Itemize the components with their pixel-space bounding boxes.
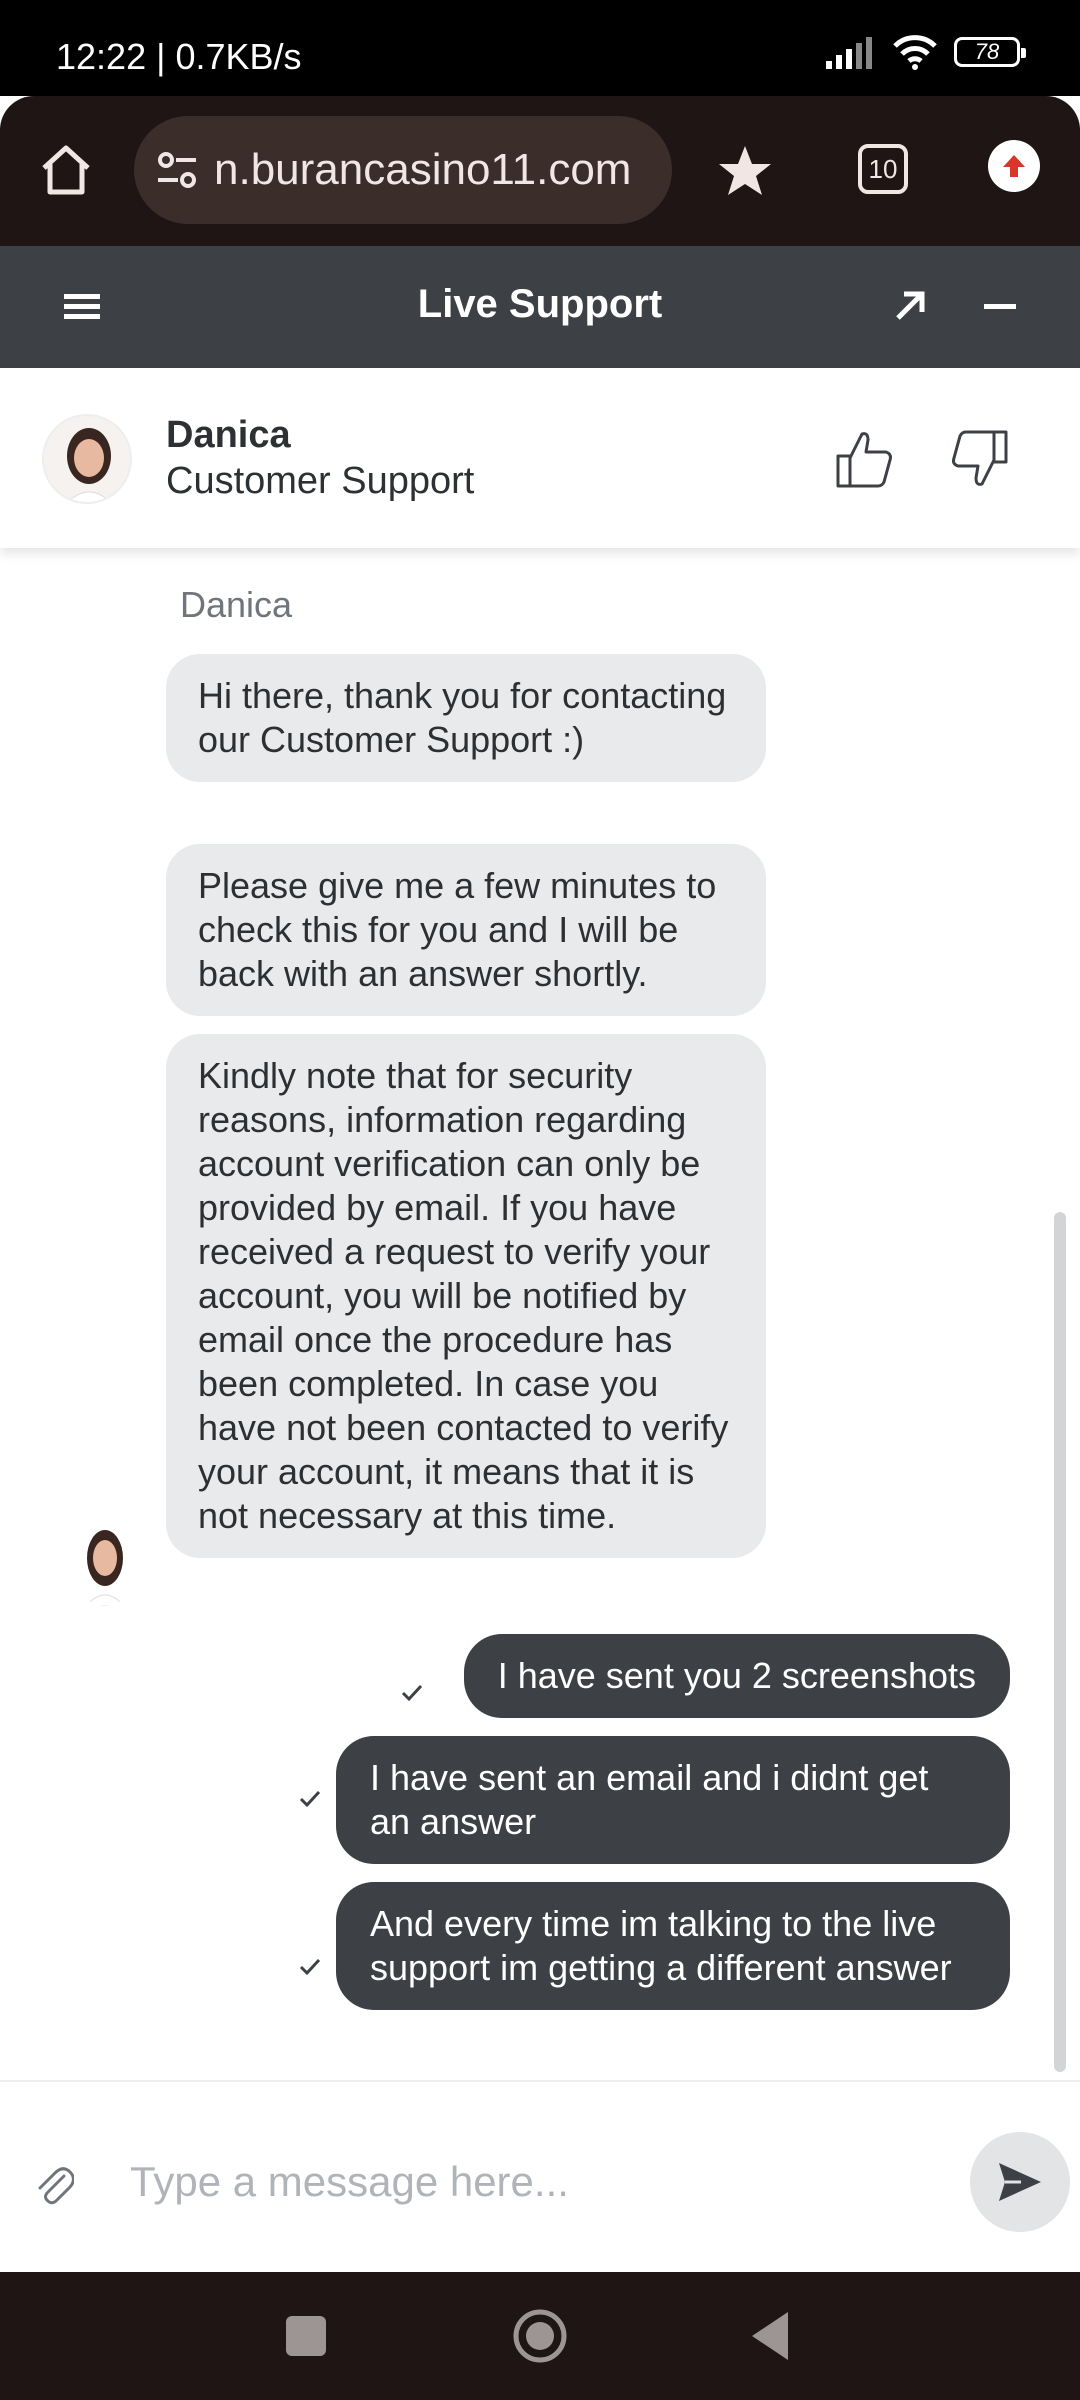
thumbs-down-icon[interactable] xyxy=(950,428,1010,490)
user-message: I have sent an email and i didnt get an … xyxy=(336,1736,1010,1864)
status-time: 12:22 | 0.7KB/s xyxy=(56,36,302,77)
agent-message: Hi there, thank you for contacting our C… xyxy=(166,654,766,782)
browser-toolbar: n.burancasino11.com 10 xyxy=(0,96,1080,246)
status-icons: 78 xyxy=(826,34,1026,70)
recent-apps-button[interactable] xyxy=(286,2316,326,2356)
nav-back-button[interactable] xyxy=(748,2308,792,2364)
battery-indicator: 78 xyxy=(954,37,1026,67)
star-icon[interactable] xyxy=(714,140,776,202)
agent-info-bar: Danica Customer Support xyxy=(0,368,1080,548)
message-input-bar xyxy=(0,2080,1080,2272)
user-message: I have sent you 2 screenshots xyxy=(463,1634,1010,1718)
agent-role: Customer Support xyxy=(166,460,475,502)
wifi-icon xyxy=(893,35,937,70)
address-bar[interactable]: n.burancasino11.com xyxy=(134,116,672,224)
agent-message: Kindly note that for security reasons, i… xyxy=(166,1034,766,1558)
message-list[interactable]: Danica Hi there, thank you for contactin… xyxy=(0,548,1080,2080)
home-icon[interactable] xyxy=(36,140,96,200)
minimize-icon[interactable] xyxy=(982,286,1018,326)
chat-header: Live Support xyxy=(0,246,1080,368)
sender-name: Danica xyxy=(180,584,293,625)
send-button[interactable] xyxy=(970,2132,1070,2232)
system-nav-bar xyxy=(0,2272,1080,2400)
update-icon[interactable] xyxy=(988,140,1040,192)
user-message: And every time im talking to the live su… xyxy=(336,1882,1010,2010)
site-settings-icon[interactable] xyxy=(154,147,200,193)
message-input[interactable] xyxy=(130,2140,950,2224)
scrollbar[interactable] xyxy=(1054,1212,1066,2072)
check-icon xyxy=(401,1684,423,1702)
tabs-button[interactable]: 10 xyxy=(858,144,908,194)
agent-message-avatar xyxy=(72,1520,138,1606)
send-icon xyxy=(999,2163,1041,2201)
popout-icon[interactable] xyxy=(890,286,930,326)
check-icon xyxy=(299,1958,321,1976)
agent-name: Danica xyxy=(166,414,291,456)
signal-icon xyxy=(826,37,872,69)
url-text: n.burancasino11.com xyxy=(214,145,632,194)
attach-icon[interactable] xyxy=(34,2160,74,2206)
agent-message: Please give me a few minutes to check th… xyxy=(166,844,766,1016)
thumbs-up-icon[interactable] xyxy=(834,428,894,490)
agent-avatar xyxy=(42,414,132,504)
check-icon xyxy=(299,1790,321,1808)
status-bar: 12:22 | 0.7KB/s 78 xyxy=(0,0,1080,96)
nav-home-button[interactable] xyxy=(510,2306,570,2366)
